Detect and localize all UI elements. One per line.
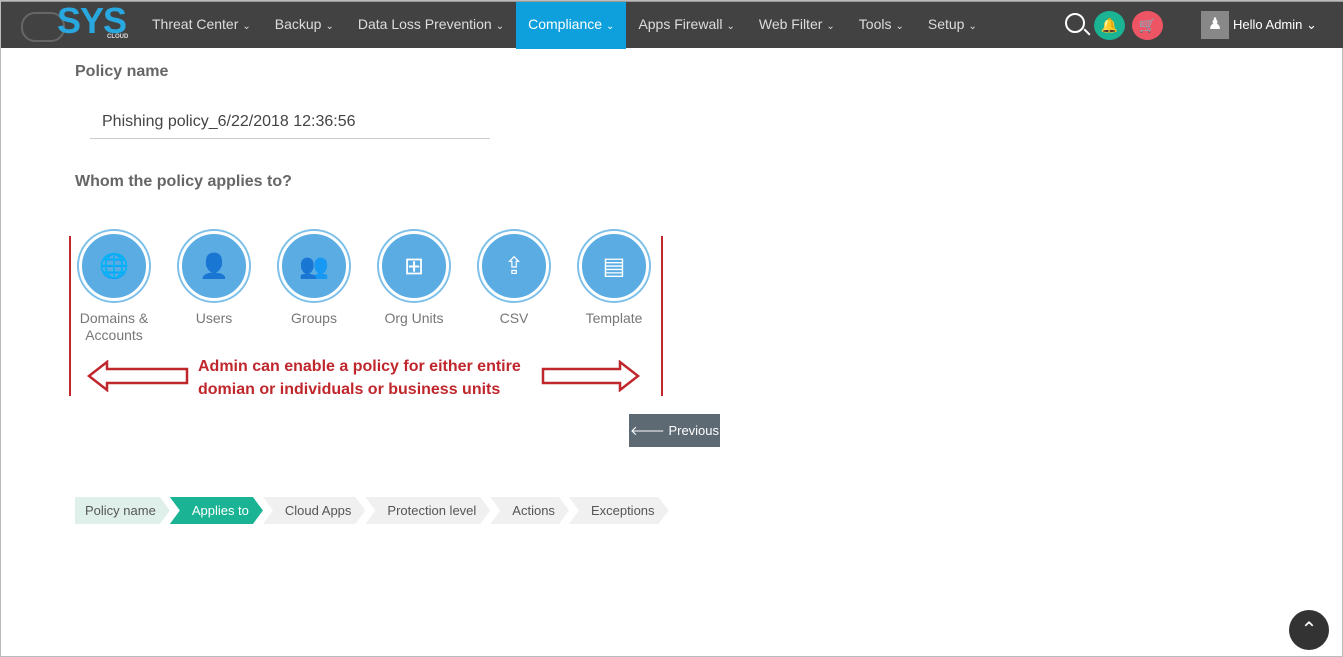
step-protection-level[interactable]: Protection level bbox=[365, 497, 490, 524]
user-menu[interactable]: Hello Admin ⌄ bbox=[1233, 17, 1317, 33]
applies-option-template[interactable]: ▤ Template bbox=[569, 231, 659, 327]
applies-option-domains-accounts[interactable]: 🌐 Domains & Accounts bbox=[69, 231, 159, 344]
policy-name-input[interactable]: Phishing policy_6/22/2018 12:36:56 bbox=[90, 111, 490, 139]
applies-option-groups[interactable]: 👥 Groups bbox=[269, 231, 359, 327]
chevron-down-icon: ⌄ bbox=[726, 21, 735, 32]
chevron-down-icon: ⌄ bbox=[242, 21, 251, 32]
template-icon: ▤ bbox=[602, 252, 626, 280]
step-applies-to[interactable]: Applies to bbox=[170, 497, 263, 524]
avatar[interactable]: ♟ bbox=[1201, 11, 1229, 39]
left-arrow-icon bbox=[87, 360, 189, 392]
globe-icon: 🌐 bbox=[99, 252, 129, 280]
applies-option-users[interactable]: 👤 Users bbox=[169, 231, 259, 327]
chevron-down-icon: ⌄ bbox=[606, 21, 615, 32]
main-menu: Threat Center ⌄ Backup ⌄ Data Loss Preventio… bbox=[140, 2, 989, 49]
step-exceptions[interactable]: Exceptions bbox=[569, 497, 669, 524]
step-actions[interactable]: Actions bbox=[490, 497, 569, 524]
nav-item-apps-firewall[interactable]: Apps Firewall ⌄ bbox=[626, 2, 746, 49]
annotation-text: Admin can enable a policy for either ent… bbox=[198, 358, 521, 398]
step-cloud-apps[interactable]: Cloud Apps bbox=[263, 497, 366, 524]
chevron-down-icon: ⌄ bbox=[495, 21, 505, 32]
policy-name-label: Policy name bbox=[75, 63, 169, 80]
chevron-down-icon: ⌄ bbox=[325, 21, 334, 32]
nav-item-data-loss-prevention[interactable]: Data Loss Prevention ⌄ bbox=[346, 2, 516, 49]
cart-icon[interactable]: 🛒 bbox=[1132, 11, 1163, 40]
option-label: Users bbox=[195, 310, 233, 326]
option-label: Domains & Accounts bbox=[79, 310, 149, 343]
chevron-down-icon: ⌄ bbox=[826, 21, 835, 32]
nav-item-tools[interactable]: Tools ⌄ bbox=[847, 2, 916, 49]
annotation-line-right bbox=[661, 236, 663, 396]
nav-item-threat-center[interactable]: Threat Center ⌄ bbox=[140, 2, 263, 49]
logo[interactable]: SYS CLOUD bbox=[21, 0, 128, 46]
group-icon: 👥 bbox=[299, 252, 329, 280]
applies-to-label: Whom the policy applies to? bbox=[75, 173, 292, 190]
user-icon: 👤 bbox=[199, 252, 229, 280]
nav-item-backup[interactable]: Backup ⌄ bbox=[263, 2, 346, 49]
option-label: Org Units bbox=[384, 310, 444, 326]
previous-button[interactable]: 🡐 Previous bbox=[629, 414, 720, 447]
option-label: CSV bbox=[499, 310, 529, 326]
option-label: Groups bbox=[291, 310, 337, 326]
top-nav: SYS CLOUD Threat Center ⌄ Backup ⌄ Data Loss … bbox=[1, 0, 1343, 49]
org-units-icon: ⊞ bbox=[403, 252, 425, 280]
applies-option-csv[interactable]: ⇪ CSV bbox=[469, 231, 559, 327]
nav-item-setup[interactable]: Setup ⌄ bbox=[916, 2, 989, 49]
upload-icon: ⇪ bbox=[503, 252, 525, 280]
right-arrow-icon bbox=[541, 360, 641, 392]
nav-item-compliance[interactable]: Compliance ⌄ bbox=[516, 2, 627, 49]
step-policy-name[interactable]: Policy name bbox=[75, 497, 170, 524]
chevron-down-icon: ⌄ bbox=[968, 21, 977, 32]
annotation-line-left bbox=[69, 236, 71, 396]
scroll-top-button[interactable]: ⌃ bbox=[1289, 610, 1329, 650]
wizard-steps: Policy name Applies to Cloud Apps Protectio… bbox=[75, 497, 669, 524]
bell-icon[interactable]: 🔔 bbox=[1094, 11, 1125, 40]
applies-option-org-units[interactable]: ⊞ Org Units bbox=[369, 231, 459, 327]
option-label: Template bbox=[585, 310, 643, 326]
chevron-down-icon: ⌄ bbox=[895, 21, 904, 32]
search-icon[interactable] bbox=[1065, 13, 1085, 33]
nav-item-web-filter[interactable]: Web Filter ⌄ bbox=[747, 2, 847, 49]
